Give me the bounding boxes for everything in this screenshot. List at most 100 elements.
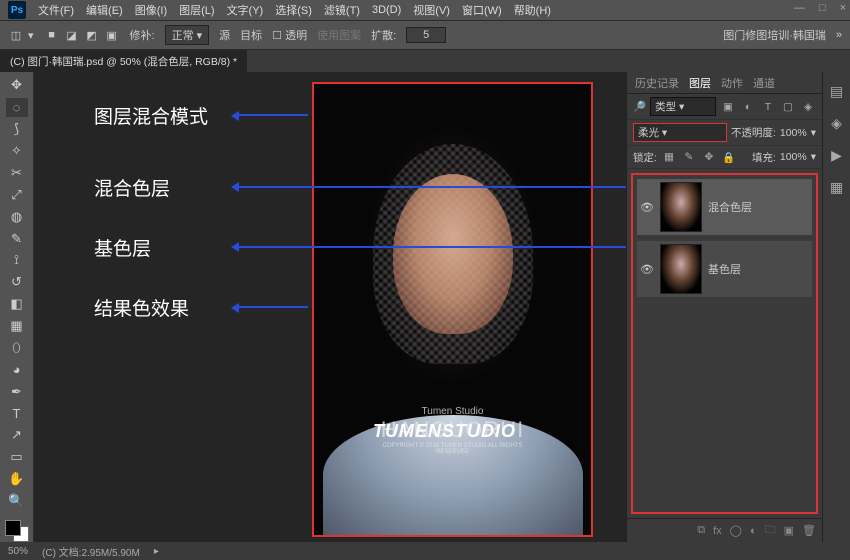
marquee-tool[interactable]: ◌ xyxy=(6,98,28,117)
chevron-down-icon[interactable]: ▾ xyxy=(811,127,816,139)
layer-mask-icon[interactable]: ◯ xyxy=(730,524,742,537)
opacity-value[interactable]: 100% xyxy=(780,127,807,139)
layer-name[interactable]: 混合色层 xyxy=(708,199,752,215)
heal-tool[interactable]: ◍ xyxy=(6,207,28,226)
stamp-tool[interactable]: ⟟ xyxy=(6,251,28,270)
menu-3d[interactable]: 3D(D) xyxy=(372,4,401,16)
repair-mode-select[interactable]: 正常 ▾ xyxy=(165,25,210,45)
app-logo: Ps xyxy=(8,1,26,19)
layer-thumbnail[interactable] xyxy=(660,182,702,232)
history-brush-tool[interactable]: ↺ xyxy=(6,273,28,292)
menu-view[interactable]: 视图(V) xyxy=(413,2,450,18)
maximize-button[interactable]: □ xyxy=(819,2,826,14)
wand-tool[interactable]: ✧ xyxy=(6,142,28,161)
menu-layer[interactable]: 图层(L) xyxy=(179,2,214,18)
tab-history[interactable]: 历史记录 xyxy=(635,75,679,91)
crop-tool[interactable]: ✂ xyxy=(6,164,28,183)
filter-type-icon[interactable]: T xyxy=(760,99,776,115)
blend-mode-select[interactable]: 柔光 ▾ xyxy=(633,123,727,142)
mode-intersect-icon[interactable]: ▣ xyxy=(104,27,120,43)
blur-tool[interactable]: ⬯ xyxy=(6,339,28,358)
tab-actions[interactable]: 动作 xyxy=(721,75,743,91)
eraser-tool[interactable]: ◧ xyxy=(6,295,28,314)
layer-name[interactable]: 基色层 xyxy=(708,261,741,277)
layers-list: 👁 混合色层 👁 基色层 xyxy=(631,173,818,514)
chevron-right-icon[interactable]: » xyxy=(836,29,842,41)
gradient-tool[interactable]: ▦ xyxy=(6,317,28,336)
lock-pixels-icon[interactable]: ▦ xyxy=(661,149,677,165)
eyedropper-tool[interactable]: ⤢ xyxy=(6,185,28,204)
chevron-down-icon[interactable]: ▾ xyxy=(811,151,816,163)
mode-single-icon[interactable]: ■ xyxy=(44,27,60,43)
chevron-right-icon[interactable]: ▸ xyxy=(154,546,159,557)
menu-edit[interactable]: 编辑(E) xyxy=(86,2,123,18)
menu-filter[interactable]: 滤镜(T) xyxy=(324,2,360,18)
canvas-area[interactable]: Tumen Studio HANGUORUI COPYRIGHT © 2016 … xyxy=(34,72,626,542)
dest-button[interactable]: 目标 xyxy=(240,27,262,43)
play-icon[interactable]: ▶ xyxy=(828,146,846,164)
trash-icon[interactable]: 🗑 xyxy=(802,524,816,537)
menu-image[interactable]: 图像(I) xyxy=(135,2,167,18)
menu-window[interactable]: 窗口(W) xyxy=(462,2,502,18)
zoom-level[interactable]: 50% xyxy=(8,546,28,557)
menu-select[interactable]: 选择(S) xyxy=(275,2,312,18)
color-swatch[interactable] xyxy=(5,520,29,543)
dodge-tool[interactable]: ◕ xyxy=(6,360,28,379)
search-icon[interactable]: 🔎 xyxy=(633,100,646,113)
layer-thumbnail[interactable] xyxy=(660,244,702,294)
lock-all-icon[interactable]: 🔒 xyxy=(721,149,737,165)
layer-row[interactable]: 👁 混合色层 xyxy=(637,179,812,235)
swatches-panel-icon[interactable]: ▤ xyxy=(828,82,846,100)
menu-help[interactable]: 帮助(H) xyxy=(514,2,551,18)
filter-type-select[interactable]: 类型 ▾ xyxy=(650,97,716,116)
use-pattern-button[interactable]: 使用图案 xyxy=(317,27,361,43)
brand-label: 图门修图培训·韩国瑞 xyxy=(723,27,826,43)
mode-sub-icon[interactable]: ◩ xyxy=(84,27,100,43)
lasso-tool[interactable]: ⟆ xyxy=(6,120,28,139)
lock-brush-icon[interactable]: ✎ xyxy=(681,149,697,165)
type-tool[interactable]: T xyxy=(6,404,28,423)
filter-adjust-icon[interactable]: ◐ xyxy=(740,99,756,115)
menu-file[interactable]: 文件(F) xyxy=(38,2,74,18)
filter-shape-icon[interactable]: ▢ xyxy=(780,99,796,115)
visibility-icon[interactable]: 👁 xyxy=(640,263,654,276)
layers-panel-icon[interactable]: ◈ xyxy=(828,114,846,132)
lock-move-icon[interactable]: ✥ xyxy=(701,149,717,165)
adjustment-layer-icon[interactable]: ◐ xyxy=(750,525,757,537)
panel-icon[interactable]: ▦ xyxy=(828,178,846,196)
annotation-blend-mode: 图层混合模式 xyxy=(94,102,208,129)
new-layer-icon[interactable]: ▣ xyxy=(784,524,794,537)
chevron-down-icon[interactable]: ▾ xyxy=(28,29,34,42)
shape-tool[interactable]: ▭ xyxy=(6,448,28,467)
doc-size[interactable]: (C) 文档:2.95M/5.90M xyxy=(42,544,140,559)
move-tool[interactable]: ✥ xyxy=(6,76,28,95)
annotation-blend-layer: 混合色层 xyxy=(94,174,170,201)
diffuse-input[interactable]: 5 xyxy=(406,27,446,43)
minimize-button[interactable]: — xyxy=(794,2,805,14)
close-button[interactable]: × xyxy=(840,2,846,14)
pen-tool[interactable]: ✒ xyxy=(6,382,28,401)
annotation-base-layer: 基色层 xyxy=(94,234,151,261)
collapsed-panels: ▤ ◈ ▶ ▦ xyxy=(822,72,850,542)
brush-tool[interactable]: ✎ xyxy=(6,229,28,248)
hand-tool[interactable]: ✋ xyxy=(6,470,28,489)
group-icon[interactable]: 🗀 xyxy=(765,521,776,540)
filter-smart-icon[interactable]: ◈ xyxy=(800,99,816,115)
filter-pixel-icon[interactable]: ▣ xyxy=(720,99,736,115)
visibility-icon[interactable]: 👁 xyxy=(640,201,654,214)
source-button[interactable]: 源 xyxy=(219,27,230,43)
tab-layers[interactable]: 图层 xyxy=(689,75,711,91)
menu-bar: Ps 文件(F) 编辑(E) 图像(I) 图层(L) 文字(Y) 选择(S) 滤… xyxy=(0,0,850,20)
path-tool[interactable]: ↗ xyxy=(6,426,28,445)
document-tab[interactable]: (C) 图门·韩国瑞.psd @ 50% (混合色层, RGB/8) * xyxy=(0,50,247,73)
layer-row[interactable]: 👁 基色层 xyxy=(637,241,812,297)
transparent-checkbox[interactable]: ☐ 透明 xyxy=(272,27,307,43)
link-layers-icon[interactable]: ⧉ xyxy=(697,524,705,537)
zoom-tool[interactable]: 🔍 xyxy=(6,492,28,511)
menu-text[interactable]: 文字(Y) xyxy=(227,2,264,18)
fill-value[interactable]: 100% xyxy=(780,151,807,163)
layer-fx-icon[interactable]: fx xyxy=(713,525,722,537)
mode-add-icon[interactable]: ◪ xyxy=(64,27,80,43)
tab-channels[interactable]: 通道 xyxy=(753,75,775,91)
marquee-tool-icon[interactable]: ◫ xyxy=(8,27,24,43)
